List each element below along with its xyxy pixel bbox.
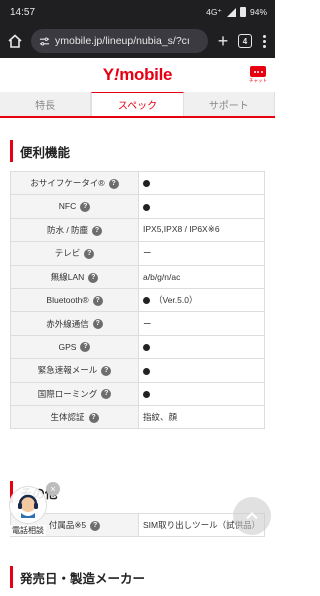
row-value [138,381,265,406]
row-label: テレビ? [10,241,139,266]
supported-dot-icon [143,180,150,188]
browser-menu-button[interactable] [259,34,269,48]
supported-dot-icon [143,390,150,398]
table-row: NFC? [10,194,265,219]
table-row: 緊急速報メール? [10,358,265,383]
section-heading-release: 発売日・製造メーカー [10,566,265,588]
status-time: 14:57 [10,6,36,18]
help-icon[interactable]: ? [90,520,101,531]
row-label: 無線LAN? [10,264,139,289]
network-type: 4G⁺ [206,6,222,17]
tab-features[interactable]: 特長 [0,92,92,116]
chat-button[interactable]: チャット [249,66,267,84]
supported-dot-icon [143,297,150,305]
row-value: ー [138,311,265,336]
row-value: 指紋、顔 [138,404,265,430]
home-icon[interactable] [6,32,24,50]
phone-consult-label: 電話相談 [10,525,46,536]
help-icon[interactable]: ? [88,412,99,423]
table-row: おサイフケータイ®? [10,170,265,196]
table-row: 国際ローミング? [10,381,265,406]
help-icon[interactable]: ? [92,319,103,330]
row-value [138,170,265,196]
row-value [138,334,265,360]
address-bar[interactable]: ymobile.jp/lineup/nubia_s/?cı [31,29,208,53]
help-icon[interactable]: ? [88,272,99,283]
table-row: GPS? [10,334,265,360]
help-icon[interactable]: ? [101,389,112,400]
help-icon[interactable]: ? [80,201,91,212]
signal-icon [226,7,236,17]
spec-table: おサイフケータイ®? NFC? 防水 / 防塵? IPX5,IPX8 / IP6… [10,170,265,430]
row-label: 赤外線通信? [10,311,139,336]
table-row: 赤外線通信? ー [10,311,265,336]
help-icon[interactable]: ? [80,342,91,353]
new-tab-button[interactable]: + [215,32,231,50]
battery-level: 94% [249,7,267,17]
close-icon[interactable]: × [46,482,60,496]
supported-dot-icon [143,344,150,352]
browser-toolbar: ymobile.jp/lineup/nubia_s/?cı + 4 [0,24,275,58]
battery-icon [239,7,246,17]
tab-switcher-button[interactable]: 4 [238,34,252,48]
site-settings-icon[interactable] [39,36,50,47]
row-label: 緊急速報メール? [10,358,139,383]
tab-specs[interactable]: スペック [91,92,184,116]
section-heading-convenience: 便利機能 [10,140,265,162]
chat-icon [250,66,266,77]
headset-icon [9,486,47,524]
row-value: IPX5,IPX8 / IP6X※6 [138,217,265,243]
help-icon[interactable]: ? [84,249,95,260]
scroll-top-button[interactable] [233,497,271,535]
row-label: 国際ローミング? [10,381,139,406]
supported-dot-icon [143,367,150,375]
row-label: 防水 / 防塵? [10,217,139,243]
page-tabs: 特長 スペック サポート [0,92,275,118]
supported-dot-icon [143,203,150,211]
table-row: Bluetooth®? （Ver.5.0） [10,287,265,313]
row-label: GPS? [10,334,139,360]
row-value [138,358,265,383]
row-value: a/b/g/n/ac [138,264,265,289]
row-value [138,194,265,219]
chevron-up-icon [246,512,258,520]
row-value: ー [138,241,265,266]
url-text: ymobile.jp/lineup/nubia_s/?cı [55,35,190,47]
help-icon[interactable]: ? [101,366,112,377]
site-header: Y!mobile チャット [0,58,275,92]
help-icon[interactable]: ? [108,178,119,189]
tab-support[interactable]: サポート [183,92,275,116]
phone-consult-button[interactable]: 電話相談 [6,486,50,536]
table-row: 生体認証? 指紋、顔 [10,404,265,430]
status-bar: 14:57 4G⁺ 94% [0,0,275,24]
table-row: 防水 / 防塵? IPX5,IPX8 / IP6X※6 [10,217,265,243]
help-icon[interactable]: ? [92,225,103,236]
row-label: Bluetooth®? [10,287,139,313]
help-icon[interactable]: ? [92,295,103,306]
row-value: （Ver.5.0） [138,287,265,313]
table-row: 無線LAN? a/b/g/n/ac [10,264,265,289]
ymobile-logo[interactable]: Y!mobile [103,65,173,85]
row-label: 生体認証? [10,404,139,430]
table-row: テレビ? ー [10,241,265,266]
status-indicators: 4G⁺ 94% [206,7,267,18]
row-label: おサイフケータイ®? [10,170,139,196]
row-label: NFC? [10,194,139,219]
